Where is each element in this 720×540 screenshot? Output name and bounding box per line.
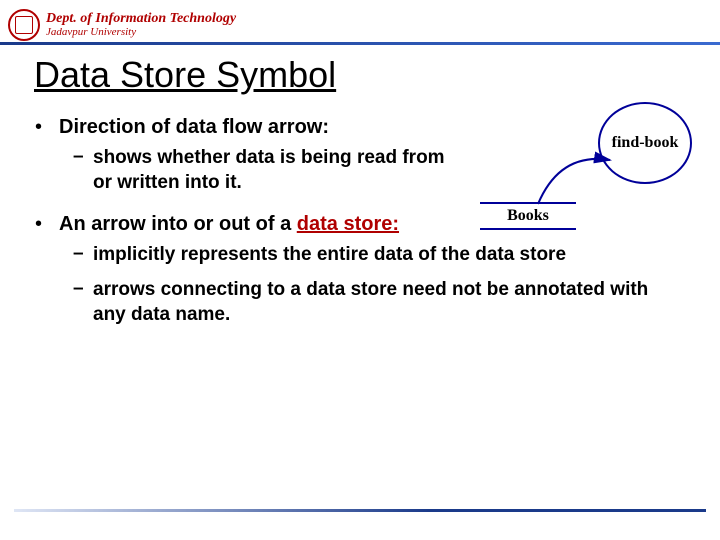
bullet-1: • Direction of data flow arrow:: [35, 114, 685, 140]
header-divider: [0, 42, 720, 45]
bullet-2-sub-2-text: arrows connecting to a data store need n…: [93, 278, 665, 327]
bullet-1-sub-1: – shows whether data is being read from …: [73, 146, 455, 195]
bullet-2-sub-1: – implicitly represents the entire data …: [73, 243, 665, 268]
bullet-2-text: An arrow into or out of a data store:: [59, 211, 399, 237]
dept-line-2: Jadavpur University: [46, 27, 236, 39]
bullet-1-sub-1-text: shows whether data is being read from or…: [93, 146, 455, 195]
bullet-2-sub-1-text: implicitly represents the entire data of…: [93, 243, 566, 268]
bullet-2-sub-2: – arrows connecting to a data store need…: [73, 278, 665, 327]
data-store-link: data store:: [297, 213, 399, 235]
university-logo-icon: [8, 9, 40, 41]
department-text: Dept. of Information Technology Jadavpur…: [46, 12, 236, 38]
slide-header: Dept. of Information Technology Jadavpur…: [0, 0, 720, 46]
footer-divider: [14, 509, 706, 512]
bullet-1-text: Direction of data flow arrow:: [59, 114, 329, 140]
slide-title: Data Store Symbol: [34, 54, 720, 96]
bullet-2: • An arrow into or out of a data store:: [35, 211, 685, 237]
dept-line-1: Dept. of Information Technology: [46, 12, 236, 27]
slide-content: • Direction of data flow arrow: – shows …: [0, 114, 720, 327]
